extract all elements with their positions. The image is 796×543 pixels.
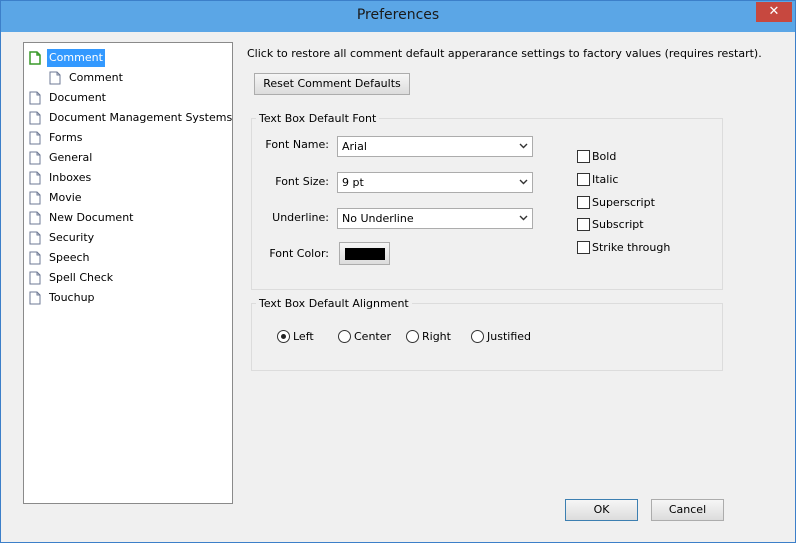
tree-item-label: Forms <box>49 131 83 144</box>
chevron-down-icon <box>519 215 528 221</box>
radio-circle <box>277 330 290 343</box>
ok-button[interactable]: OK <box>565 499 638 521</box>
tree-item-label: Movie <box>49 191 82 204</box>
radio-selected-dot <box>281 334 286 339</box>
restore-description: Click to restore all comment default app… <box>247 47 762 60</box>
underline-value: No Underline <box>342 212 414 225</box>
doc-icon <box>29 91 41 105</box>
doc-icon <box>29 171 41 185</box>
doc-icon <box>29 131 41 145</box>
font-size-label: Font Size: <box>275 175 329 188</box>
font-color-swatch <box>345 248 385 260</box>
alignment-group-title: Text Box Default Alignment <box>256 297 412 310</box>
doc-icon <box>29 111 41 125</box>
bold-label: Bold <box>592 150 617 163</box>
align-left-label: Left <box>293 330 314 343</box>
doc-icon <box>29 271 41 285</box>
close-button[interactable]: ✕ <box>756 2 792 22</box>
close-icon: ✕ <box>768 4 780 19</box>
align-justified-label: Justified <box>487 330 531 343</box>
font-color-label: Font Color: <box>269 247 329 260</box>
tree-item-label: Comment <box>47 49 105 67</box>
font-name-select[interactable]: Arial <box>337 136 533 157</box>
tree-item-label: New Document <box>49 211 134 224</box>
doc-icon <box>29 151 41 165</box>
checkbox-box <box>577 218 590 231</box>
radio-circle <box>406 330 419 343</box>
category-tree[interactable]: Comment Comment Document Document Manage… <box>23 42 233 504</box>
radio-circle <box>471 330 484 343</box>
title-bar[interactable]: Preferences ✕ <box>1 1 795 32</box>
tree-item-label: General <box>49 151 93 164</box>
align-right-label: Right <box>422 330 451 343</box>
strike-through-label: Strike through <box>592 241 671 254</box>
radio-circle <box>338 330 351 343</box>
tree-item-label: Document <box>49 91 106 104</box>
dialog-client-area: Comment Comment Document Document Manage… <box>8 32 789 536</box>
italic-label: Italic <box>592 173 619 186</box>
doc-icon <box>29 251 41 265</box>
tree-item-label: Spell Check <box>49 271 114 284</box>
font-name-value: Arial <box>342 140 367 153</box>
checkbox-box <box>577 150 590 163</box>
cancel-button[interactable]: Cancel <box>651 499 724 521</box>
tree-item-label: Touchup <box>49 291 95 304</box>
font-color-button[interactable] <box>339 242 390 265</box>
doc-icon <box>49 71 61 85</box>
checkbox-box <box>577 173 590 186</box>
tree-item-label: Comment <box>69 71 123 84</box>
doc-green-icon <box>29 51 41 65</box>
reset-comment-defaults-button[interactable]: Reset Comment Defaults <box>254 73 410 95</box>
checkbox-box <box>577 241 590 254</box>
checkbox-box <box>577 196 590 209</box>
tree-item-label: Document Management Systems <box>49 111 233 124</box>
window-title: Preferences <box>356 7 440 23</box>
doc-icon <box>29 191 41 205</box>
align-center-label: Center <box>354 330 392 343</box>
chevron-down-icon <box>519 143 528 149</box>
preferences-window: Preferences ✕ Comment Comment Document D… <box>0 0 796 543</box>
font-name-label: Font Name: <box>265 138 329 151</box>
tree-item-label: Security <box>49 231 95 244</box>
superscript-label: Superscript <box>592 196 655 209</box>
font-group-title: Text Box Default Font <box>256 112 380 125</box>
font-size-value: 9 pt <box>342 176 364 189</box>
tree-item-label: Inboxes <box>49 171 92 184</box>
subscript-label: Subscript <box>592 218 644 231</box>
tree-item-label: Speech <box>49 251 90 264</box>
chevron-down-icon <box>519 179 528 185</box>
doc-icon <box>29 231 41 245</box>
underline-select[interactable]: No Underline <box>337 208 533 229</box>
doc-icon <box>29 291 41 305</box>
underline-label: Underline: <box>272 211 329 224</box>
doc-icon <box>29 211 41 225</box>
font-size-select[interactable]: 9 pt <box>337 172 533 193</box>
